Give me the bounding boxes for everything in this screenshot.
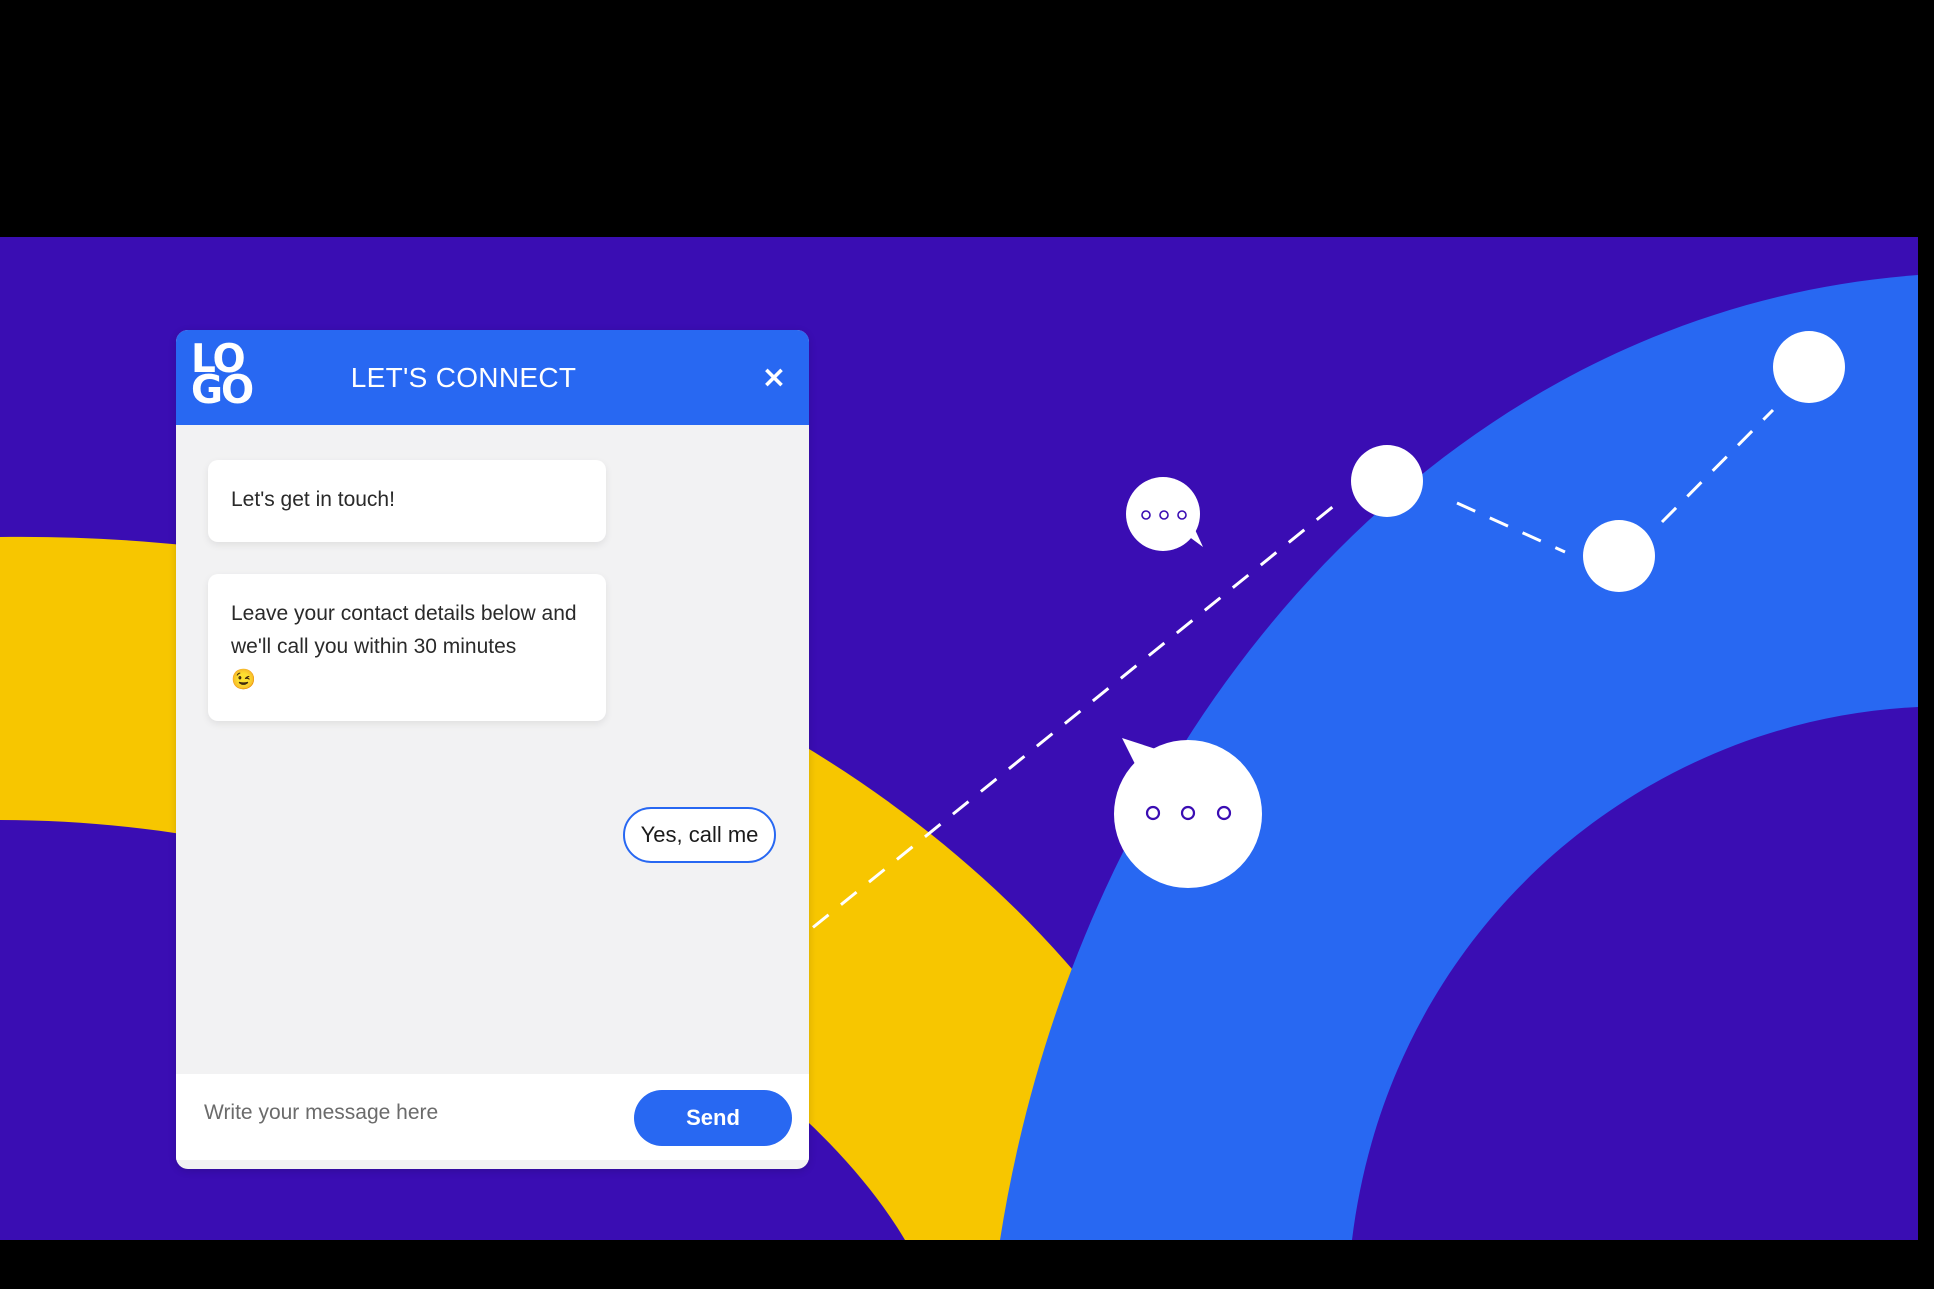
wink-emoji-icon: 😉 (231, 669, 256, 691)
quick-reply-button[interactable]: Yes, call me (623, 807, 776, 863)
path-node (1583, 520, 1655, 592)
send-button[interactable]: Send (634, 1090, 792, 1146)
close-icon[interactable]: × (757, 360, 791, 395)
chat-widget: LO GO LET'S CONNECT × Let's get in touch… (176, 330, 809, 1169)
path-node (1773, 331, 1845, 403)
chat-title: LET'S CONNECT (350, 361, 577, 393)
bot-message: Let's get in touch! (208, 460, 606, 542)
path-node (1351, 445, 1423, 517)
bot-message: Leave your contact details below and we'… (208, 574, 606, 721)
message-text: Let's get in touch! (231, 488, 395, 511)
message-text: Leave your contact details below and we'… (231, 602, 577, 658)
chat-header: LO GO LET'S CONNECT × (176, 330, 809, 425)
message-composer: Send (176, 1074, 809, 1160)
message-input[interactable] (202, 1092, 606, 1134)
